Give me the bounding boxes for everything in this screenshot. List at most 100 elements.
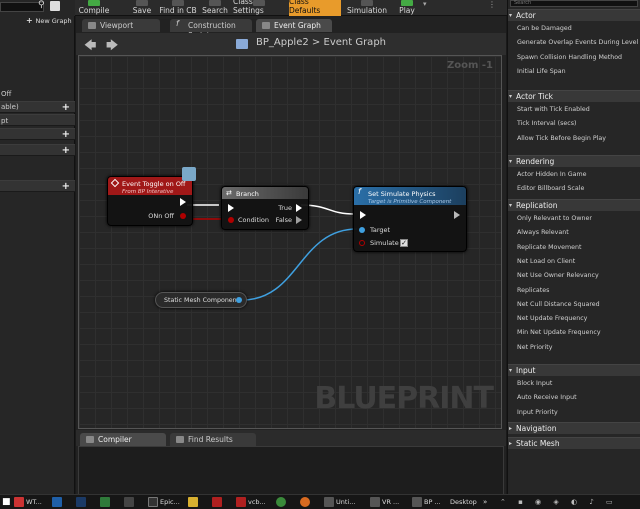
details-category-actor[interactable]: ▾ Actor [508,9,640,21]
tab-construction-script[interactable]: fConstruction Script [170,19,252,40]
breadcrumb: BP_Apple2 > Event Graph [256,37,386,48]
taskbar-chrome[interactable] [276,497,288,508]
left-category-dispatchers[interactable]: + [0,144,75,156]
physics-simulate-label: Simulate [370,239,399,247]
taskbar-item-bp[interactable]: BP ... [412,497,441,508]
unity-icon [124,497,134,507]
search-button[interactable]: Search [201,0,229,16]
physics-node-subtitle: Target is Primitive Component [368,199,452,205]
unreal-icon [324,497,334,507]
toolbar-more-icon[interactable]: ⋮ [488,0,496,12]
left-row-off[interactable]: Off [0,88,75,100]
view-options-icon[interactable] [50,1,60,11]
event-graph-canvas[interactable]: Zoom -1 BLUEPRINT Event Toggle on Off Fr… [78,55,502,429]
event-pin-label: ONn Off [148,212,174,220]
firefox-icon [300,497,310,507]
save-button[interactable]: Save [130,0,154,16]
branch-condition-pin[interactable] [228,217,234,223]
set-simulate-physics-node[interactable]: f Set Simulate Physics Target is Primiti… [353,186,467,252]
graph-header: 🡄 🡆 BP_Apple2 > Event Graph [76,33,506,55]
taskbar-sketch[interactable] [100,497,112,508]
compile-button[interactable]: Compile [78,0,110,16]
breadcrumb-graph[interactable]: Event Graph [324,37,387,48]
taskbar-acrobat[interactable] [212,497,224,508]
branch-condition-label: Condition [238,216,270,224]
details-category-input[interactable]: ▾ Input [508,364,640,376]
details-category-label: Static Mesh [516,439,560,448]
details-category-label: Navigation [516,424,557,433]
event-exec-out-pin[interactable] [180,198,186,206]
windows-start-icon[interactable]: ■ [2,497,11,508]
breadcrumb-blueprint[interactable]: BP_Apple2 [256,37,309,48]
play-button[interactable]: Play [393,0,421,16]
taskbar-item-wt[interactable]: WT... [14,497,42,508]
taskbar-firefox[interactable] [300,497,312,508]
static-mesh-out-pin[interactable] [236,297,242,303]
add-local-icon[interactable]: + [62,181,70,193]
physics-node-header: f Set Simulate Physics Target is Primiti… [354,187,466,205]
physics-exec-in-pin[interactable] [360,211,366,219]
details-category-static-mesh[interactable]: ▸ Static Mesh [508,437,640,449]
tray-expand-icon[interactable]: » [483,497,487,508]
branch-false-pin[interactable] [296,216,302,224]
event-toggle-node[interactable]: Event Toggle on Off From BP Interative O… [107,167,196,226]
class-defaults-button[interactable]: Class Defaults [289,0,341,16]
tab-event-graph[interactable]: Event Graph [256,19,332,32]
details-category-navigation[interactable]: ▸ Navigation [508,422,640,434]
find-in-cb-button[interactable]: Find in CB [158,0,198,16]
tab-viewport[interactable]: Viewport [82,19,160,32]
system-tray-icons[interactable]: ⌃ ▪ ◉ ◈ ◐ ♪ ▭ [500,497,636,508]
taskbar-unity[interactable] [124,497,136,508]
taskbar-item-vcb[interactable]: vcb... [236,497,266,508]
details-category-replication[interactable]: ▾ Replication [508,199,640,211]
event-node-title: Event Toggle on Off [122,180,186,188]
toolbar-overflow-icon[interactable]: ▾ [423,0,429,16]
simulate-checkbox[interactable]: ✓ [400,239,408,247]
taskbar-outlook[interactable] [52,497,64,508]
tab-find-results[interactable]: Find Results [170,433,256,446]
taskbar-item-epic[interactable]: Epic... [148,497,180,508]
unreal-icon [370,497,380,507]
details-category-actor-tick[interactable]: ▾ Actor Tick [508,90,640,102]
taskbar-photoshop[interactable] [76,497,88,508]
interface-icon [182,167,196,181]
details-category-rendering[interactable]: ▾ Rendering [508,155,640,167]
branch-true-pin[interactable] [296,204,302,212]
physics-simulate-pin[interactable] [359,240,365,246]
search-icon [209,0,221,6]
physics-exec-out-pin[interactable] [454,211,460,219]
app-icon [14,497,24,507]
details-search-input[interactable]: Search [510,0,638,7]
details-property-label: Replicate Movement [517,243,582,251]
left-row-off-label: Off [1,90,12,98]
back-arrow-icon[interactable]: 🡄 [84,36,96,57]
forward-arrow-icon[interactable]: 🡆 [106,36,118,57]
acrobat-icon [212,497,222,507]
static-mesh-component-node[interactable]: Static Mesh Component [155,292,247,308]
left-category-variables[interactable]: + [0,128,75,140]
taskbar-epic-label: Epic... [160,498,180,506]
tab-compiler-results[interactable]: Compiler Results [80,433,166,454]
simulation-label: Simulation [347,6,387,15]
new-graph-button[interactable]: + New Graph [26,16,72,26]
left-row-able[interactable]: able) [0,101,75,113]
event-bool-out-pin[interactable] [180,213,186,219]
add-dispatcher-icon[interactable]: + [62,145,70,157]
left-category-macros[interactable]: pt [0,114,75,126]
left-category-local[interactable]: + [0,180,75,192]
taskbar-item-unti[interactable]: Unti... [324,497,355,508]
find-in-cb-label: Find in CB [159,6,197,15]
physics-target-pin[interactable] [359,227,365,233]
branch-node[interactable]: ⇄ Branch Condition True False [221,186,309,230]
branch-exec-in-pin[interactable] [228,204,234,212]
details-property-label: Actor Hidden In Game [517,171,587,178]
new-graph-label: New Graph [35,17,72,25]
taskbar-item-vr[interactable]: VR ... [370,497,399,508]
taskbar-desktop[interactable]: Desktop [450,497,477,508]
simulation-button[interactable]: Simulation [345,0,389,16]
details-property-label: Min Net Update Frequency [517,329,601,337]
class-settings-button[interactable]: Class Settings [233,0,285,16]
details-property-label: Only Relevant to Owner [517,215,592,222]
add-variable-icon[interactable]: + [62,129,70,141]
taskbar-steam[interactable] [188,497,200,508]
